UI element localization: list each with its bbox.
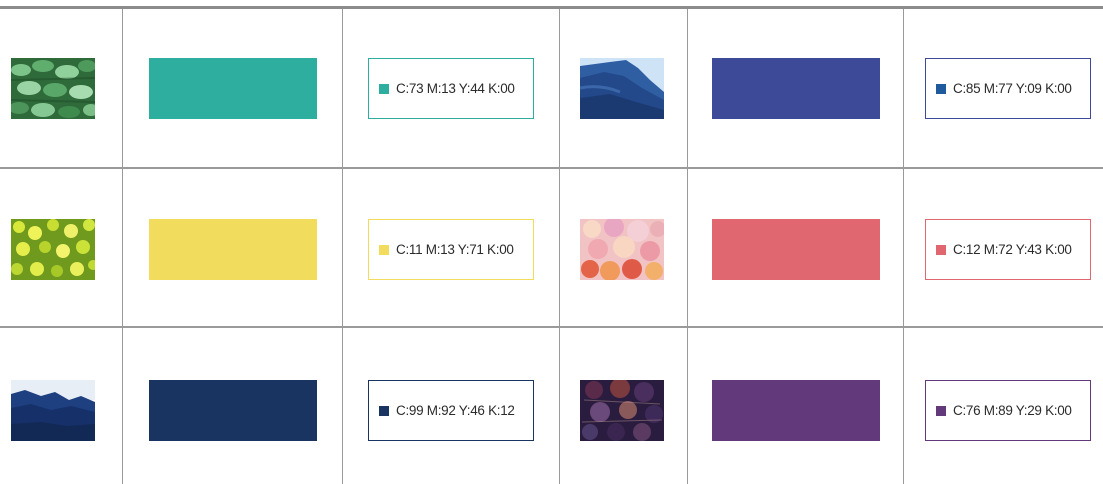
- cmyk-code: C:85 M:77 Y:09 K:00: [953, 81, 1072, 96]
- blue-mountain-photo: [580, 58, 664, 119]
- color-swatch: [712, 380, 880, 441]
- navy-hills-photo: [11, 380, 95, 441]
- column-divider: [903, 9, 904, 484]
- color-chip: [936, 83, 946, 94]
- cmyk-code: C:11 M:13 Y:71 K:00: [396, 242, 514, 257]
- color-chip: [379, 83, 389, 94]
- color-swatch: [149, 380, 317, 441]
- pink-blossom-photo: [580, 219, 664, 280]
- cmyk-code: C:12 M:72 Y:43 K:00: [953, 242, 1072, 257]
- cmyk-code: C:76 M:89 Y:29 K:00: [953, 403, 1072, 418]
- top-rule: [0, 6, 1103, 9]
- color-chip: [936, 244, 946, 255]
- color-swatch: [149, 219, 317, 280]
- cmyk-code: C:99 M:92 Y:46 K:12: [396, 403, 515, 418]
- column-divider: [342, 9, 343, 484]
- yellow-flowers-photo: [11, 219, 95, 280]
- color-swatch: [712, 58, 880, 119]
- cmyk-label-box: C:85 M:77 Y:09 K:00: [925, 58, 1091, 119]
- color-chip: [379, 405, 389, 416]
- green-leaves-photo: [11, 58, 95, 119]
- cmyk-label-box: C:11 M:13 Y:71 K:00: [368, 219, 534, 280]
- purple-foliage-photo: [580, 380, 664, 441]
- cmyk-label-box: C:99 M:92 Y:46 K:12: [368, 380, 534, 441]
- column-divider: [687, 9, 688, 484]
- color-chip: [936, 405, 946, 416]
- color-swatch: [712, 219, 880, 280]
- column-divider: [559, 9, 560, 484]
- cmyk-label-box: C:12 M:72 Y:43 K:00: [925, 219, 1091, 280]
- color-swatch: [149, 58, 317, 119]
- cmyk-label-box: C:73 M:13 Y:44 K:00: [368, 58, 534, 119]
- cmyk-label-box: C:76 M:89 Y:29 K:00: [925, 380, 1091, 441]
- cmyk-code: C:73 M:13 Y:44 K:00: [396, 81, 515, 96]
- color-palette-sheet: C:73 M:13 Y:44 K:00 C:85 M:77 Y:09 K:00: [0, 0, 1103, 484]
- color-chip: [379, 244, 389, 255]
- row-divider: [0, 167, 1103, 169]
- column-divider: [122, 9, 123, 484]
- row-divider: [0, 326, 1103, 328]
